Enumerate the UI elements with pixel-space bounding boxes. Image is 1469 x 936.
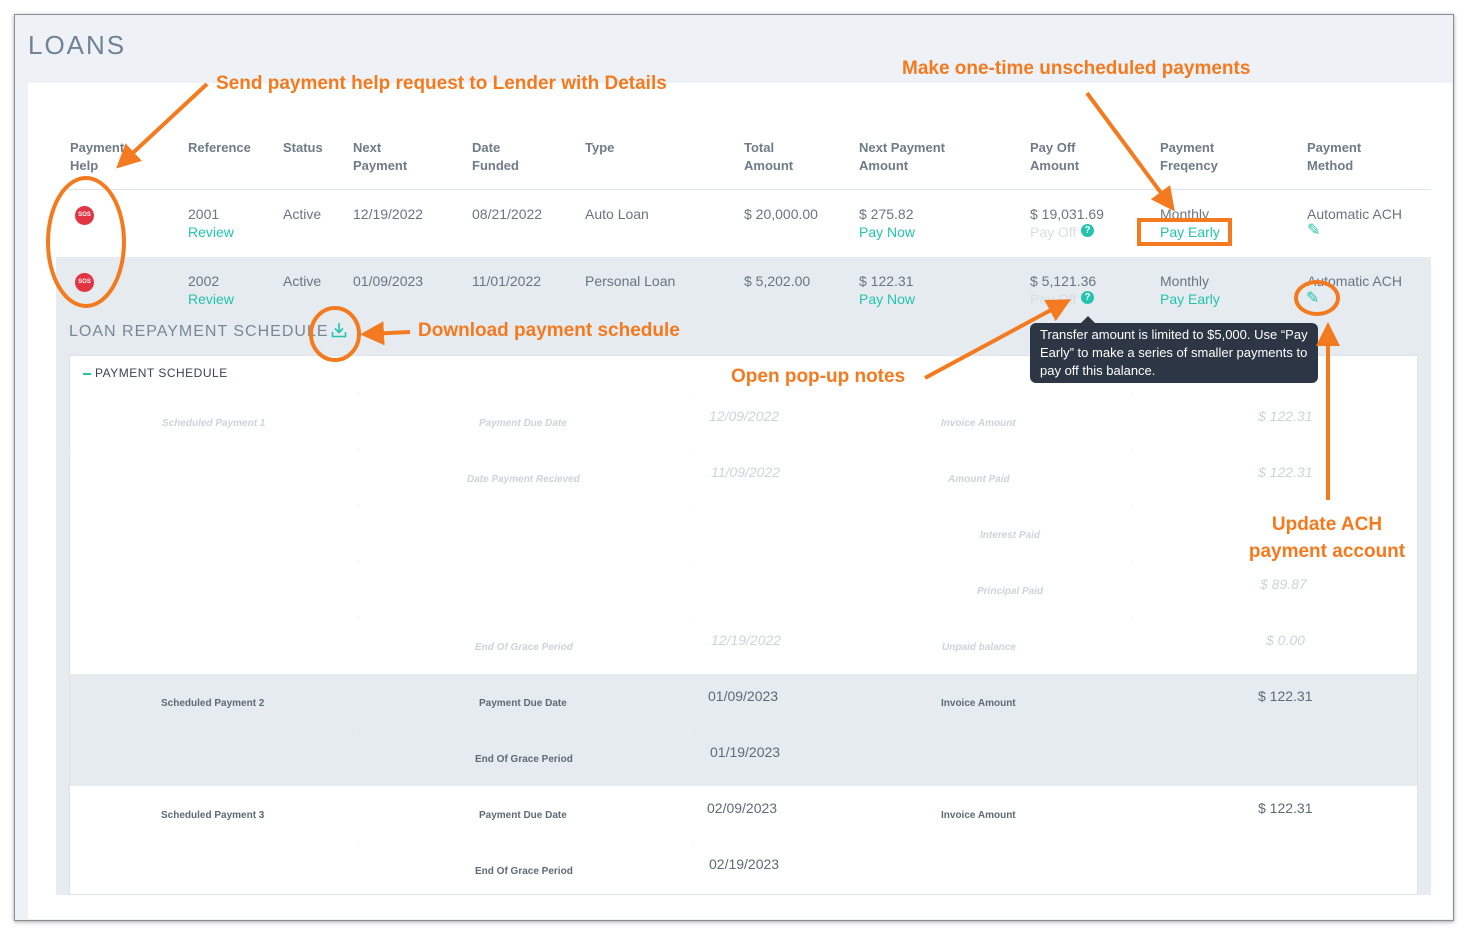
amount-paid-label: Amount Paid (948, 474, 1010, 485)
scheduled-payment-label: Scheduled Payment 2 (161, 698, 265, 709)
header-divider (60, 189, 1431, 190)
col-next-payment[interactable]: Next Payment (353, 139, 407, 175)
payment-method-value: Automatic ACH (1307, 206, 1402, 222)
annotation-ach: Update ACH payment account (1248, 514, 1406, 562)
question-icon[interactable]: ? (1081, 291, 1094, 304)
payoff-amount-value: $ 5,121.36 (1030, 273, 1097, 289)
loan-repayment-schedule-title: LOAN REPAYMENT SCHEDULE (69, 323, 329, 340)
interest-paid-label: Interest Paid (980, 530, 1041, 541)
col-next-payment-amount[interactable]: Next Payment Amount (859, 139, 945, 175)
pay-early-link[interactable]: Pay Early (1160, 290, 1220, 308)
invoice-amount-label: Invoice Amount (941, 418, 1016, 429)
unpaid-balance-label: Unpaid balance (942, 642, 1016, 653)
annotation-unscheduled: Make one-time unscheduled payments (902, 58, 1251, 79)
reference-value: 2002 (188, 273, 220, 289)
annotation-download: Download payment schedule (418, 320, 680, 341)
date-funded-value: 08/21/2022 (472, 206, 543, 222)
col-status[interactable]: Status (283, 139, 323, 157)
grace-period-value: 12/19/2022 (711, 632, 782, 648)
col-type[interactable]: Type (585, 139, 614, 157)
payment-due-date-value: 01/09/2023 (708, 688, 779, 704)
col-reference[interactable]: Reference (188, 139, 251, 157)
pencil-icon[interactable]: ✎ (1307, 223, 1320, 239)
date-received-value: 11/09/2022 (711, 464, 781, 480)
col-payment-method[interactable]: Payment Method (1307, 139, 1361, 175)
col-total-amount[interactable]: Total Amount (744, 139, 793, 175)
scheduled-payment-label: Scheduled Payment 3 (161, 810, 265, 821)
payoff-tooltip: Transfer amount is limited to $5,000. Us… (1030, 316, 1318, 383)
download-icon[interactable] (330, 321, 348, 339)
pay-early-link[interactable]: Pay Early (1160, 223, 1220, 241)
annotation-help: Send payment help request to Lender with… (216, 73, 667, 94)
page-title: LOANS (28, 30, 127, 60)
collapse-icon (83, 372, 91, 375)
pay-now-link[interactable]: Pay Now (859, 223, 915, 241)
next-payment-value: 12/19/2022 (353, 206, 424, 222)
payoff-amount-value: $ 19,031.69 (1030, 206, 1104, 222)
principal-paid-value: $ 89.87 (1260, 576, 1307, 592)
payment-due-date-value: 12/09/2022 (709, 408, 780, 424)
grace-period-label: End Of Grace Period (475, 642, 573, 653)
invoice-amount-value: $ 122.31 (1258, 408, 1313, 424)
date-received-label: Date Payment Recieved (467, 474, 580, 485)
next-payment-amount-value: $ 122.31 (859, 273, 914, 289)
payment-method-value: Automatic ACH (1307, 273, 1402, 289)
col-payment-help: Payment Help (70, 140, 125, 173)
payment-due-date-value: 02/09/2023 (707, 800, 778, 816)
type-value: Personal Loan (585, 273, 676, 289)
next-payment-amount-value: $ 275.82 (859, 206, 914, 222)
status-value: Active (283, 273, 322, 289)
principal-paid-label: Principal Paid (977, 586, 1044, 597)
amount-paid-value: $ 122.31 (1258, 464, 1313, 480)
invoice-amount-label: Invoice Amount (941, 698, 1016, 709)
date-funded-value: 11/01/2022 (472, 273, 542, 289)
pay-off-link[interactable]: Pay Off (1030, 223, 1076, 241)
payment-due-date-label: Payment Due Date (479, 418, 567, 429)
pay-now-link[interactable]: Pay Now (859, 290, 915, 308)
next-payment-value: 01/09/2023 (353, 273, 424, 289)
col-date-funded[interactable]: Date Funded (472, 139, 519, 175)
payment-due-date-label: Payment Due Date (479, 810, 567, 821)
pencil-icon[interactable]: ✎ (1306, 291, 1319, 307)
pay-off-link[interactable]: Pay Off (1030, 290, 1076, 308)
annotation-notes: Open pop-up notes (731, 366, 906, 387)
question-icon[interactable]: ? (1081, 224, 1094, 237)
total-amount-value: $ 20,000.00 (744, 206, 818, 222)
total-amount-value: $ 5,202.00 (744, 273, 811, 289)
payment-schedule-header[interactable]: PAYMENT SCHEDULE (83, 366, 228, 380)
col-payoff-amount[interactable]: Pay Off Amount (1030, 139, 1079, 175)
invoice-amount-label: Invoice Amount (941, 810, 1016, 821)
scheduled-payment-label: Scheduled Payment 1 (162, 418, 266, 429)
payment-due-date-label: Payment Due Date (479, 698, 567, 709)
invoice-amount-value: $ 122.31 (1258, 688, 1313, 704)
frequency-value: Monthly (1160, 206, 1210, 222)
grace-period-label: End Of Grace Period (475, 866, 573, 877)
sos-icon[interactable]: SOS (75, 206, 94, 225)
invoice-amount-value: $ 122.31 (1258, 800, 1313, 816)
status-value: Active (283, 206, 322, 222)
unpaid-balance-value: $ 0.00 (1266, 632, 1305, 648)
frequency-value: Monthly (1160, 273, 1210, 289)
sos-icon[interactable]: SOS (75, 273, 94, 292)
type-value: Auto Loan (585, 206, 649, 222)
review-link[interactable]: Review (188, 223, 234, 241)
reference-value: 2001 (188, 206, 220, 222)
col-payment-frequency[interactable]: Payment Freqency (1160, 139, 1218, 175)
grace-period-value: 02/19/2023 (709, 856, 780, 872)
grace-period-value: 01/19/2023 (710, 744, 781, 760)
grace-period-label: End Of Grace Period (475, 754, 573, 765)
review-link[interactable]: Review (188, 290, 234, 308)
